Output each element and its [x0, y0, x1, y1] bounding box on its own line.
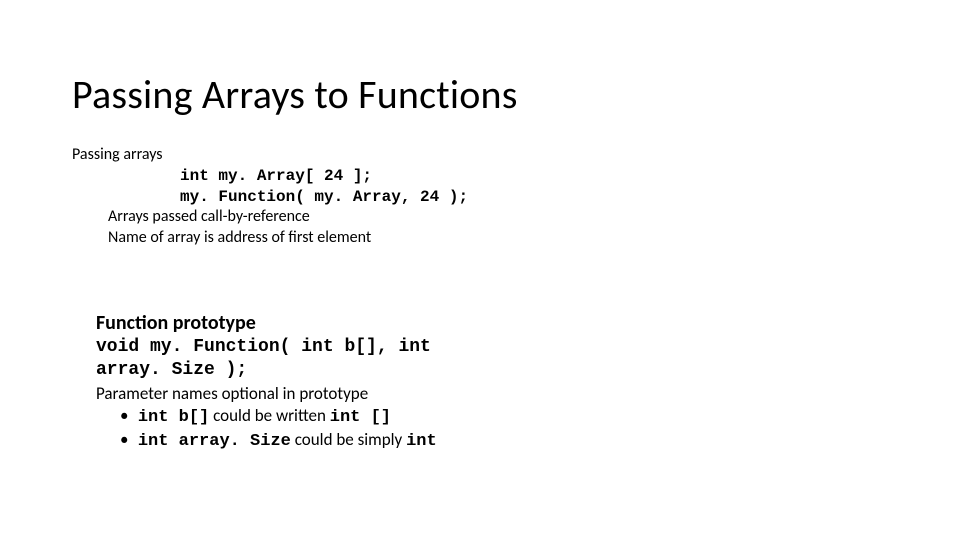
- prototype-code: void my. Function( int b[], int array. S…: [96, 336, 437, 383]
- param-names-optional: Parameter names optional in prototype: [96, 383, 437, 405]
- bullet-item: • int array. Size could be simply int: [120, 429, 437, 453]
- code-function-call: my. Function( my. Array, 24 );: [72, 187, 468, 208]
- bullet2-code2: int: [406, 432, 437, 451]
- section1-heading: Passing arrays: [72, 145, 468, 166]
- bullet-icon: •: [120, 429, 134, 451]
- bullet2-code1: int array. Size: [138, 432, 291, 451]
- note-call-by-reference: Arrays passed call-by-reference: [72, 207, 468, 228]
- bullet-list: • int b[] could be written int [] • int …: [96, 405, 437, 453]
- section-passing-arrays: Passing arrays int my. Array[ 24 ]; my. …: [72, 145, 468, 249]
- bullet-icon: •: [120, 405, 134, 427]
- bullet1-mid: could be written: [209, 405, 330, 426]
- bullet1-code1: int b[]: [138, 408, 209, 427]
- bullet1-code2: int []: [330, 408, 391, 427]
- bullet-item: • int b[] could be written int []: [120, 405, 437, 429]
- code-array-decl: int my. Array[ 24 ];: [72, 166, 468, 187]
- section-function-prototype: Function prototype void my. Function( in…: [96, 310, 437, 453]
- slide: { "title": "Passing Arrays to Functions"…: [0, 0, 960, 540]
- slide-title: Passing Arrays to Functions: [72, 70, 518, 119]
- proto-line2: array. Size );: [96, 359, 437, 382]
- proto-line1: void my. Function( int b[], int: [96, 336, 437, 359]
- section2-heading: Function prototype: [96, 310, 437, 336]
- note-array-address: Name of array is address of first elemen…: [72, 228, 468, 249]
- bullet2-mid: could be simply: [291, 429, 406, 450]
